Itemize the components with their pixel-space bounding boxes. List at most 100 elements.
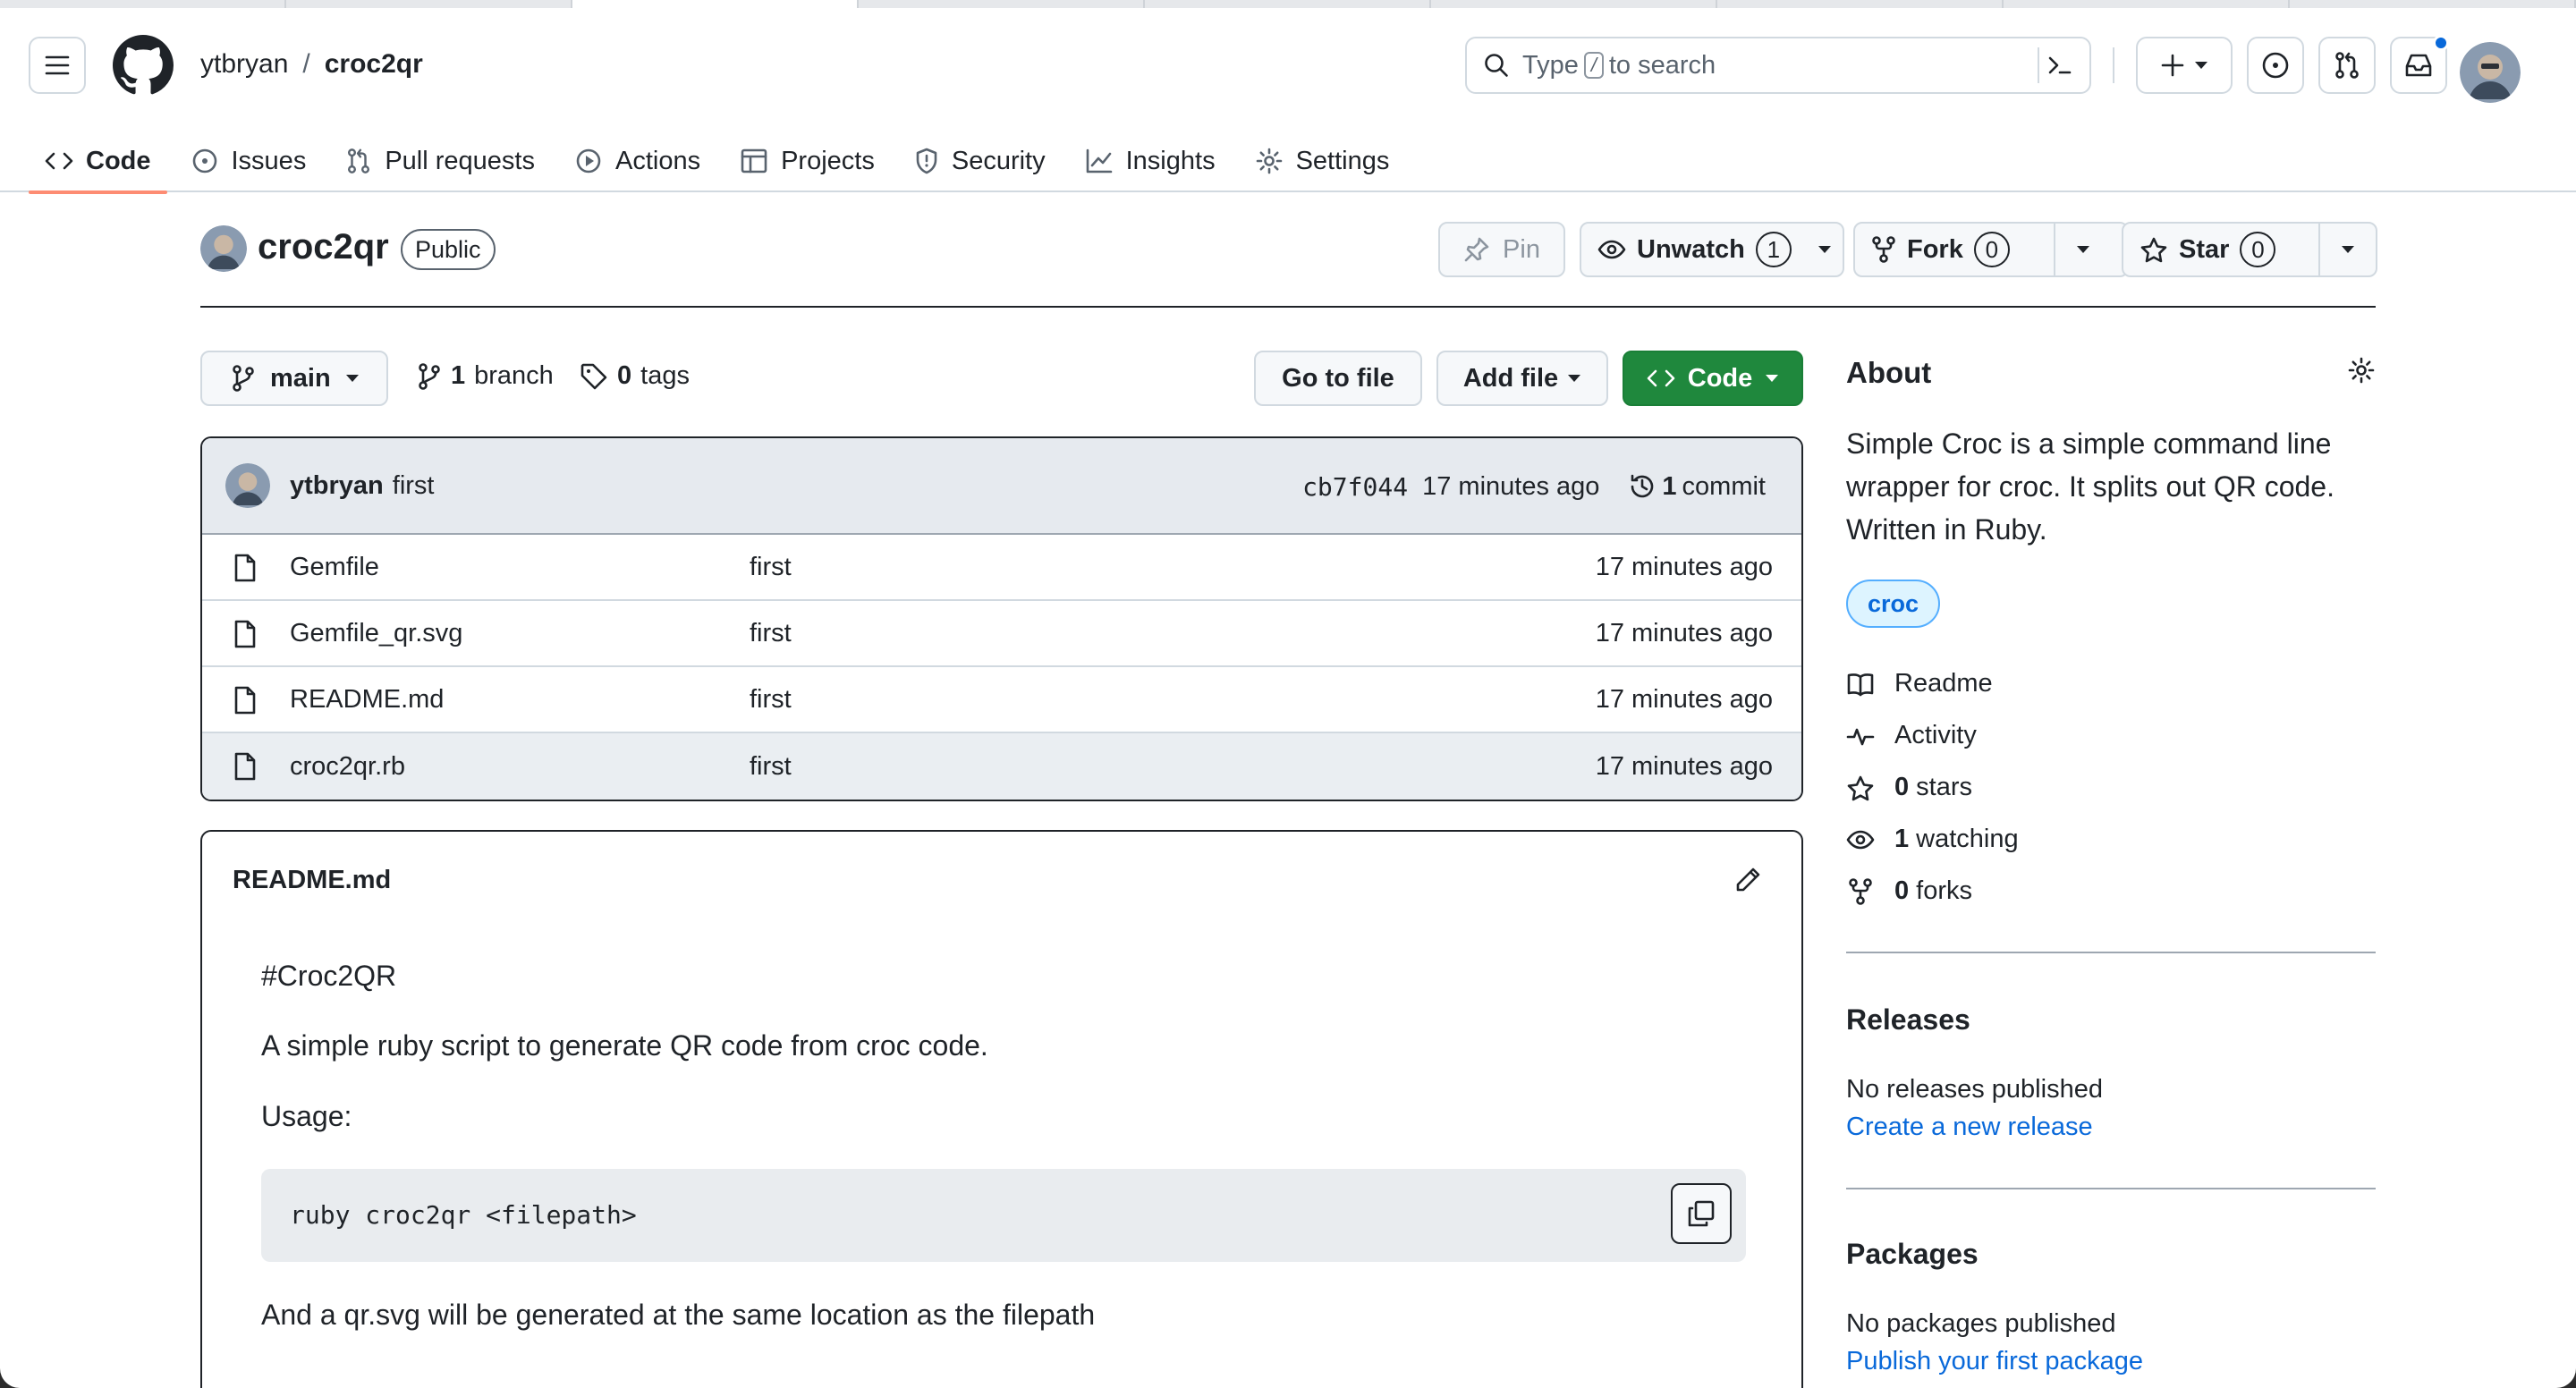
file-commit-message[interactable]: first <box>750 619 792 648</box>
code-dropdown-button[interactable]: Code <box>1623 351 1803 406</box>
watch-counter: 1 <box>1755 232 1792 267</box>
star-label: Star <box>2179 234 2230 264</box>
watchers-link[interactable]: 1 watching <box>1846 825 2019 854</box>
edit-readme-button[interactable] <box>1733 866 1762 894</box>
publish-package-link[interactable]: Publish your first package <box>1846 1347 2143 1376</box>
git-branch-icon <box>233 365 254 392</box>
file-commit-message[interactable]: first <box>750 685 792 715</box>
fork-label: Fork <box>1907 234 1963 264</box>
fork-main[interactable]: Fork 0 <box>1855 224 2054 275</box>
tab-pull-requests[interactable]: Pull requests <box>329 130 551 192</box>
branches-link[interactable]: 1 branch <box>417 361 554 391</box>
pin-button[interactable]: Pin <box>1438 222 1565 277</box>
file-name[interactable]: Gemfile_qr.svg <box>290 619 462 648</box>
file-commit-time: 17 minutes ago <box>1595 684 1773 714</box>
browser-tab[interactable] <box>859 0 1145 8</box>
browser-tab[interactable] <box>286 0 572 8</box>
browser-tab[interactable] <box>2004 0 2290 8</box>
watch-dropdown[interactable] <box>1808 224 1843 275</box>
visibility-badge: Public <box>401 229 496 270</box>
repo-name[interactable]: croc2qr <box>258 227 389 267</box>
tags-link[interactable]: 0 tags <box>580 361 690 391</box>
tab-code[interactable]: Code <box>29 130 167 194</box>
commit-message[interactable]: first <box>393 471 435 501</box>
fork-dropdown[interactable] <box>2054 224 2111 275</box>
star-dropdown[interactable] <box>2318 224 2376 275</box>
branch-selector[interactable]: main <box>200 351 388 406</box>
pin-icon <box>1464 237 1489 262</box>
shield-icon <box>916 148 937 174</box>
go-to-file-button[interactable]: Go to file <box>1254 351 1422 406</box>
github-logo-icon[interactable] <box>113 35 174 96</box>
star-main[interactable]: Star 0 <box>2123 224 2318 275</box>
releases-heading[interactable]: Releases <box>1846 1003 1970 1037</box>
stars-link[interactable]: 0 stars <box>1846 773 1972 802</box>
tab-projects[interactable]: Projects <box>724 130 891 192</box>
file-row[interactable]: croc2qr.rb first 17 minutes ago <box>202 733 1801 800</box>
commit-author-avatar[interactable] <box>225 463 270 508</box>
commit-history-link[interactable]: 1 commit <box>1628 472 1766 502</box>
breadcrumb-repo-link[interactable]: croc2qr <box>325 49 423 80</box>
fork-button[interactable]: Fork 0 <box>1853 222 2129 277</box>
browser-tab[interactable] <box>2290 0 2576 8</box>
git-pull-request-icon <box>2335 52 2359 79</box>
browser-tab[interactable] <box>1145 0 1431 8</box>
avatar-image <box>225 463 270 508</box>
file-row[interactable]: Gemfile first 17 minutes ago <box>202 535 1801 601</box>
browser-tab[interactable] <box>1717 0 2004 8</box>
browser-tab[interactable] <box>1431 0 1717 8</box>
activity-label: Activity <box>1894 721 1977 749</box>
file-name[interactable]: Gemfile <box>290 553 379 582</box>
packages-empty-text: No packages published <box>1846 1309 2116 1338</box>
file-commit-message[interactable]: first <box>750 752 792 782</box>
star-button[interactable]: Star 0 <box>2122 222 2377 277</box>
repo-owner-avatar[interactable] <box>200 225 247 272</box>
add-file-button[interactable]: Add file <box>1436 351 1608 406</box>
tab-security[interactable]: Security <box>898 130 1062 192</box>
file-commit-message[interactable]: first <box>750 553 792 582</box>
browser-tab[interactable] <box>0 0 286 8</box>
file-row[interactable]: Gemfile_qr.svg first 17 minutes ago <box>202 601 1801 667</box>
repo-forked-icon <box>1872 236 1895 263</box>
create-release-link[interactable]: Create a new release <box>1846 1113 2093 1142</box>
commit-author[interactable]: ytbryan <box>290 471 384 501</box>
tag-count: 0 <box>617 361 632 390</box>
triangle-down-icon <box>2077 246 2089 253</box>
forks-link[interactable]: 0 forks <box>1846 876 1972 906</box>
sidebar-divider <box>1846 952 2376 953</box>
activity-link[interactable]: Activity <box>1846 721 1977 750</box>
edit-about-button[interactable] <box>2347 356 2376 385</box>
tab-settings[interactable]: Settings <box>1239 130 1406 192</box>
file-commit-time: 17 minutes ago <box>1595 751 1773 781</box>
pulse-icon <box>1846 728 1875 745</box>
watch-main[interactable]: Unwatch 1 <box>1581 224 1808 275</box>
watch-button[interactable]: Unwatch 1 <box>1580 222 1844 277</box>
commit-sha[interactable]: cb7f044 <box>1302 472 1408 502</box>
readme-link[interactable]: Readme <box>1846 669 1993 698</box>
your-issues-button[interactable] <box>2247 37 2304 94</box>
inbox-icon <box>2405 54 2432 77</box>
command-palette-button[interactable] <box>2038 47 2080 83</box>
copy-button[interactable] <box>1671 1183 1732 1245</box>
topic-tag[interactable]: croc <box>1846 580 1941 628</box>
packages-heading[interactable]: Packages <box>1846 1238 1979 1271</box>
tag-icon <box>580 363 607 389</box>
tab-insights[interactable]: Insights <box>1069 130 1232 192</box>
repo-title-bar: croc2qr Public Pin Unwatch 1 Fork 0 Star… <box>200 222 2377 308</box>
fork-counter: 0 <box>1973 232 2010 267</box>
browser-tab-active[interactable] <box>572 0 859 8</box>
readme-title[interactable]: README.md <box>233 866 391 895</box>
your-pull-requests-button[interactable] <box>2318 37 2376 94</box>
create-new-button[interactable] <box>2136 37 2233 94</box>
search-input[interactable]: Type / to search <box>1465 37 2091 94</box>
user-avatar[interactable] <box>2460 42 2521 103</box>
tab-actions[interactable]: Actions <box>558 130 716 192</box>
file-name[interactable]: README.md <box>290 685 444 715</box>
menu-button[interactable] <box>29 37 86 94</box>
readme-paragraph: A simple ruby script to generate QR code… <box>261 1029 988 1062</box>
tab-issues[interactable]: Issues <box>174 130 323 192</box>
breadcrumb-owner-link[interactable]: ytbryan <box>200 49 288 80</box>
file-row[interactable]: README.md first 17 minutes ago <box>202 667 1801 733</box>
readme-paragraph: And a qr.svg will be generated at the sa… <box>261 1299 1096 1332</box>
file-name[interactable]: croc2qr.rb <box>290 752 405 782</box>
